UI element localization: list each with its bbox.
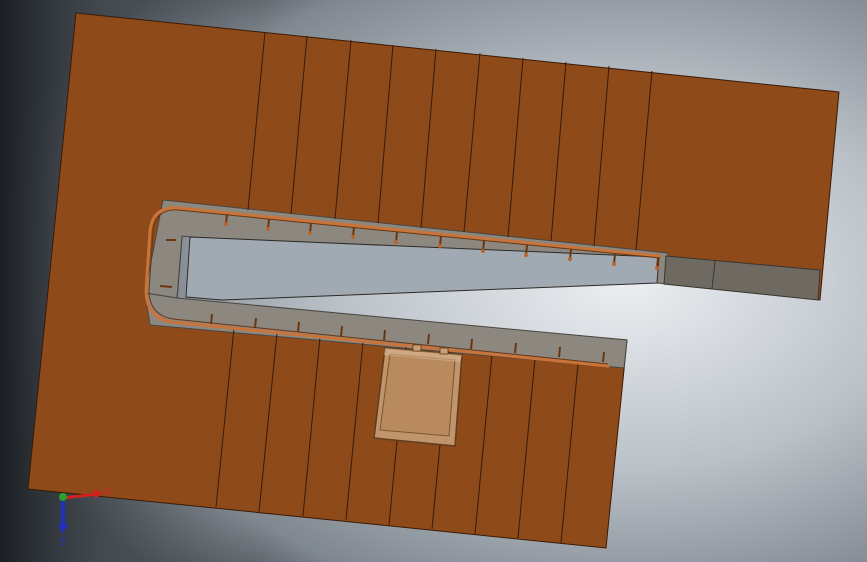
cad-3d-viewport[interactable]: X Y Z xyxy=(0,0,867,562)
landing-box xyxy=(373,344,463,447)
triad-y-axis xyxy=(59,493,67,501)
triad-z-label: Z xyxy=(59,537,66,548)
model-canvas[interactable]: X Y Z xyxy=(0,0,867,562)
triad-x-label: X xyxy=(104,487,111,498)
